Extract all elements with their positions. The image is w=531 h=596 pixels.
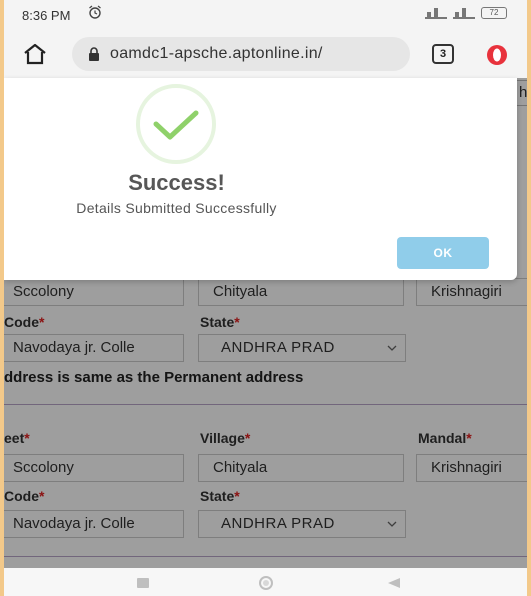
browser-toolbar: oamdc1-apsche.aptonline.in/ 3 [4, 30, 527, 78]
tab-switcher-button[interactable]: 3 [432, 44, 454, 64]
status-icons: 72 [425, 7, 507, 19]
lock-icon [89, 47, 99, 61]
dialog-title: Success! [128, 170, 225, 195]
status-bar: 8:36 PM 72 [4, 0, 527, 30]
dialog-message: Details Submitted Successfully [76, 200, 277, 216]
success-dialog: Success! Details Submitted Successfully … [4, 78, 517, 280]
checkmark-icon [136, 84, 216, 164]
recent-apps-icon[interactable] [137, 578, 149, 588]
signal-icon [425, 7, 447, 19]
phone-screen: 8:36 PM 72 oamdc1-apsche.aptonline.in/ 3 [4, 0, 527, 596]
home-button-icon[interactable] [258, 575, 274, 591]
status-time: 8:36 PM [22, 8, 71, 23]
back-icon[interactable] [387, 577, 401, 589]
alarm-icon [89, 5, 101, 19]
url-text: oamdc1-apsche.aptonline.in/ [110, 45, 323, 62]
battery-icon: 72 [481, 7, 507, 19]
ok-button[interactable]: OK [397, 237, 489, 269]
address-bar[interactable]: oamdc1-apsche.aptonline.in/ [72, 37, 410, 71]
opera-menu-icon[interactable] [486, 44, 508, 66]
signal-icon [453, 7, 475, 19]
home-icon[interactable] [22, 42, 48, 66]
system-nav-bar [4, 568, 527, 596]
